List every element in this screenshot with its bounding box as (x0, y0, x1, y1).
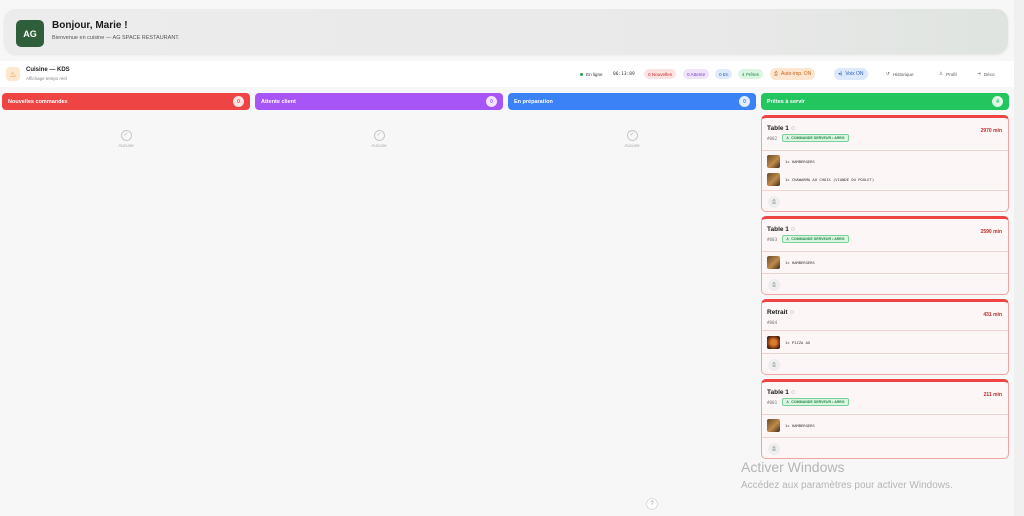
avatar: AG (16, 20, 44, 47)
divider (762, 150, 1008, 151)
divider (762, 330, 1008, 331)
divider (762, 414, 1008, 415)
user-icon: ♙ (786, 400, 790, 404)
activation-watermark-text: Accédez aux paramètres pour activer Wind… (741, 480, 953, 491)
clock: 06:13:09 (613, 71, 635, 77)
waiting-count-badge: 0 Attente (683, 69, 710, 79)
logout-button[interactable]: ⇥ Déco (973, 69, 999, 79)
order-elapsed: 431 min (983, 312, 1002, 318)
user-icon: ♙ (939, 71, 944, 76)
order-item: 1× PIZZA AG (767, 336, 810, 349)
welcome-banner (4, 9, 1008, 54)
check-circle-icon: ✓ (373, 130, 385, 141)
order-table: Table 1 (767, 125, 795, 132)
column-count: 0 (486, 96, 497, 107)
welcome-subtitle: Bienvenue en cuisine — AG SPACE RESTAURA… (52, 35, 180, 41)
check-circle-icon: ✓ (120, 130, 132, 141)
empty-state-waiting: ✓ Aucune (371, 130, 387, 148)
printer-icon[interactable]: ⎙ (768, 443, 780, 455)
order-source-badge: ♙ COMMANDE SERVEUR • AREG (782, 398, 849, 406)
online-status: En ligne (576, 69, 607, 79)
column-header-waiting: Attente client 0 (255, 93, 503, 110)
order-table: Table 1 (767, 389, 795, 396)
column-count: 0 (739, 96, 750, 107)
order-id: #002 (767, 136, 778, 141)
order-elapsed: 2970 min (980, 128, 1002, 134)
order-elapsed: 2590 min (980, 229, 1002, 235)
item-thumbnail (767, 336, 780, 349)
item-thumbnail (767, 155, 780, 168)
order-item: 1× HAMBERGERS (767, 155, 815, 168)
help-icon[interactable]: ? (646, 498, 658, 510)
in-progress-count-badge: 0 En (715, 69, 733, 79)
order-card[interactable]: Table 1 #001 ♙ COMMANDE SERVEUR • AREG 21… (761, 379, 1009, 459)
new-count-badge: 0 Nouvelles (644, 69, 677, 79)
app-title: Cuisine — KDS (26, 67, 70, 73)
column-count: 4 (992, 96, 1003, 107)
ready-count-badge: 4 Prêtes (738, 69, 764, 79)
order-item: 1× HAMBERGERS (767, 419, 815, 432)
divider (762, 353, 1008, 354)
scrollbar[interactable] (1014, 0, 1024, 516)
printer-icon[interactable]: ⎙ (768, 196, 780, 208)
chef-hat-icon: ♨ (6, 67, 20, 81)
printer-icon: ⎙ (774, 71, 779, 77)
online-dot-icon (580, 72, 583, 76)
user-icon: ♙ (786, 136, 790, 140)
order-source-badge: ♙ COMMANDE SERVEUR • AREG (782, 134, 849, 142)
order-card[interactable]: Table 1 #002 ♙ COMMANDE SERVEUR • AREG 29… (761, 115, 1009, 212)
column-header-ready: Prêtes à servir 4 (761, 93, 1009, 110)
divider (762, 251, 1008, 252)
printer-icon[interactable]: ⎙ (768, 279, 780, 291)
item-thumbnail (767, 256, 780, 269)
activation-watermark-title: Activer Windows (741, 459, 845, 475)
app-subtitle: Affichage temps réel (26, 76, 67, 81)
status-dot-icon (790, 227, 795, 232)
status-dot-icon (790, 126, 795, 131)
voice-toggle[interactable]: ◂) Voix ON (834, 68, 868, 80)
history-icon: ↺ (886, 71, 890, 76)
printer-icon[interactable]: ⎙ (768, 359, 780, 371)
order-card[interactable]: Retrait #004 431 min 1× PIZZA AG ⎙ (761, 299, 1009, 375)
user-icon: ♙ (786, 237, 790, 241)
status-dot-icon (789, 310, 794, 315)
item-thumbnail (767, 419, 780, 432)
logout-icon: ⇥ (977, 71, 981, 76)
column-header-preparing: En préparation 0 (508, 93, 756, 110)
order-card[interactable]: Table 1 #003 ♙ COMMANDE SERVEUR • AREG 25… (761, 216, 1009, 295)
order-item: 1× CHAWARMA AU CHOIX (VIANDE OU POULET) (767, 173, 874, 186)
item-thumbnail (767, 173, 780, 186)
column-header-new: Nouvelles commandes 0 (2, 93, 250, 110)
order-table: Table 1 (767, 226, 795, 233)
divider (762, 190, 1008, 191)
profile-button[interactable]: ♙ Profil (935, 69, 961, 79)
order-table: Retrait (767, 309, 794, 316)
check-circle-icon: ✓ (626, 130, 638, 141)
empty-state-preparing: ✓ Aucune (624, 130, 640, 148)
divider (762, 437, 1008, 438)
order-id: #001 (767, 400, 778, 405)
order-item: 1× HAMBERGERS (767, 256, 815, 269)
auto-print-toggle[interactable]: ⎙ Auto-imp. ON (770, 68, 816, 80)
status-dot-icon (790, 390, 795, 395)
speaker-icon: ◂) (838, 71, 843, 77)
welcome-title: Bonjour, Marie ! (52, 20, 128, 31)
history-button[interactable]: ↺ Historique (882, 69, 918, 79)
divider (762, 273, 1008, 274)
order-source-badge: ♙ COMMANDE SERVEUR • AREG (782, 235, 849, 243)
empty-state-new: ✓ Aucune (118, 130, 134, 148)
order-id: #003 (767, 237, 778, 242)
order-id: #004 (767, 320, 778, 325)
order-elapsed: 211 min (983, 392, 1002, 398)
column-count: 0 (233, 96, 244, 107)
